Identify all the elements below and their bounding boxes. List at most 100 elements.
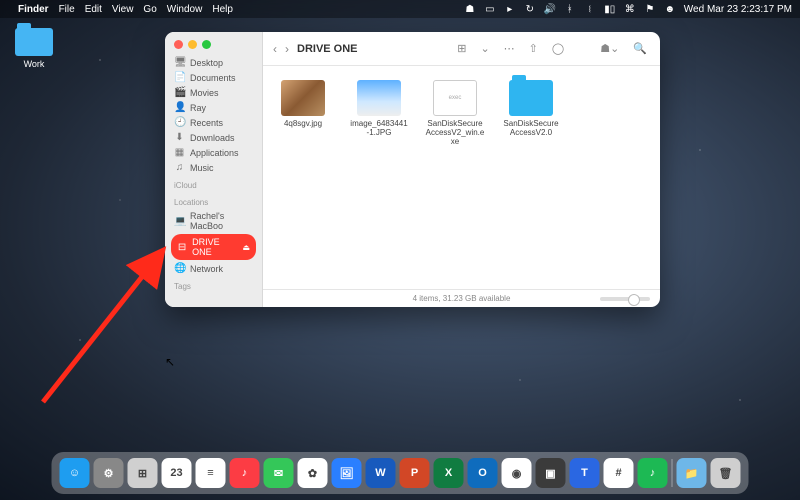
dock-powerpoint[interactable]: P <box>400 458 430 488</box>
dock-app-glyph: ♪ <box>242 467 248 479</box>
dock-app-glyph: ⊞ <box>138 467 147 480</box>
status-text: 4 items, 31.23 GB available <box>413 294 511 303</box>
dock-chrome[interactable]: ◉ <box>502 458 532 488</box>
location-label: DRIVE ONE <box>192 237 237 257</box>
action-icon[interactable]: ⋯ <box>501 42 518 55</box>
dock-word[interactable]: W <box>366 458 396 488</box>
file-grid[interactable]: 4q8sgv.jpg image_6483441-1.JPG SanDiskSecu… <box>263 66 660 289</box>
sidebar-item-icon: 🕘 <box>174 117 185 128</box>
dock-slack[interactable]: # <box>604 458 634 488</box>
sidebar-item-desktop[interactable]: 🖥Desktop <box>165 55 262 70</box>
sidebar-item-icon: 🎬 <box>174 87 185 98</box>
clock[interactable]: Wed Mar 23 2:23:17 PM <box>684 4 792 15</box>
group-icon[interactable]: ⌄ <box>477 42 492 55</box>
sidebar-item-applications[interactable]: ▦Applications <box>165 145 262 160</box>
dock-app-glyph: ≡ <box>207 467 213 479</box>
file-item[interactable]: image_6483441-1.JPG <box>349 80 409 138</box>
dock-preview[interactable]: 🖼 <box>332 458 362 488</box>
back-button[interactable]: ‹ <box>273 42 277 56</box>
dock-finder[interactable]: ☺ <box>60 458 90 488</box>
wifi-icon[interactable]: ⧙ <box>584 4 596 15</box>
dropbox-icon[interactable]: ☗ <box>464 4 476 15</box>
desktop-folder-work[interactable]: Work <box>10 28 58 69</box>
sidebar-location-rachel-s-macboo[interactable]: 💻Rachel's MacBoo <box>165 209 262 233</box>
menu-view[interactable]: View <box>112 4 134 15</box>
eject-icon[interactable]: ⏏ <box>242 243 250 252</box>
menu-file[interactable]: File <box>59 4 75 15</box>
sidebar-item-label: Recents <box>190 118 223 128</box>
dock-terminal[interactable]: T <box>570 458 600 488</box>
sidebar-item-label: Downloads <box>190 133 235 143</box>
location-icon: 💻 <box>174 216 185 227</box>
sidebar-item-downloads[interactable]: ⬇Downloads <box>165 130 262 145</box>
window-title: DRIVE ONE <box>297 43 358 55</box>
file-item[interactable]: SanDiskSecureAccessV2_win.exe <box>425 80 485 146</box>
control-center-icon[interactable]: ⌘ <box>624 4 636 15</box>
forward-button[interactable]: › <box>285 42 289 56</box>
sidebar-item-ray[interactable]: 👤Ray <box>165 100 262 115</box>
dock-music[interactable]: ♪ <box>230 458 260 488</box>
mouse-cursor: ↖ <box>165 355 175 369</box>
tag-icon[interactable]: ◯ <box>549 42 567 55</box>
sidebar-location-drive-one[interactable]: ⊟DRIVE ONE⏏ <box>171 234 256 260</box>
dock-reminders[interactable]: ≡ <box>196 458 226 488</box>
dock-app1[interactable]: ▣ <box>536 458 566 488</box>
sidebar-item-icon: 📄 <box>174 72 185 83</box>
dock-folder[interactable]: 📁 <box>677 458 707 488</box>
location-label: Network <box>190 264 223 274</box>
dock-trash[interactable]: 🗑 <box>711 458 741 488</box>
dock-calendar[interactable]: 23 <box>162 458 192 488</box>
play-icon[interactable]: ▸ <box>504 4 516 15</box>
file-thumb <box>433 80 477 116</box>
user-icon[interactable]: ☻ <box>664 4 676 15</box>
search-icon[interactable]: 🔍 <box>630 42 650 55</box>
view-grid-icon[interactable]: ⊞ <box>454 42 469 55</box>
sidebar-item-documents[interactable]: 📄Documents <box>165 70 262 85</box>
dock-spotify[interactable]: ♪ <box>638 458 668 488</box>
menu-window[interactable]: Window <box>167 4 203 15</box>
file-item[interactable]: 4q8sgv.jpg <box>273 80 333 129</box>
file-name: 4q8sgv.jpg <box>273 120 333 129</box>
desktop-folder-label: Work <box>10 59 58 69</box>
location-icon: 🌐 <box>174 263 185 274</box>
dock-outlook[interactable]: O <box>468 458 498 488</box>
menubar-status: ☗ ▭ ▸ ↻ 🔊 ᚼ ⧙ ▮▯ ⌘ ⚑ ☻ Wed Mar 23 2:23:1… <box>464 4 792 15</box>
display-icon[interactable]: ▭ <box>484 4 496 15</box>
flag-icon[interactable]: ⚑ <box>644 4 656 15</box>
volume-icon[interactable]: 🔊 <box>544 4 556 15</box>
dock-settings[interactable]: ⚙ <box>94 458 124 488</box>
battery-icon[interactable]: ▮▯ <box>604 4 616 15</box>
dock-app-glyph: ◉ <box>512 467 522 480</box>
finder-main: ‹ › DRIVE ONE ⊞ ⌄ ⋯ ⇧ ◯ ☗⌄ 🔍 4q8sgv.jpg i… <box>263 32 660 307</box>
share-icon[interactable]: ⇧ <box>526 42 541 55</box>
close-button[interactable] <box>174 40 183 49</box>
app-menu[interactable]: Finder <box>18 4 49 15</box>
file-thumb <box>281 80 325 116</box>
sync-icon[interactable]: ↻ <box>524 4 536 15</box>
dock-app-glyph: O <box>478 467 487 479</box>
folder-icon <box>15 28 53 56</box>
sidebar-header-icloud: iCloud <box>165 175 262 192</box>
dock-app-glyph: ✿ <box>308 467 317 480</box>
dock-app-glyph: ⚙ <box>104 467 114 480</box>
dock-app-glyph: 📁 <box>685 467 699 480</box>
icon-size-slider[interactable] <box>600 297 650 301</box>
file-item[interactable]: SanDiskSecureAccessV2.0 <box>501 80 561 138</box>
finder-toolbar: ‹ › DRIVE ONE ⊞ ⌄ ⋯ ⇧ ◯ ☗⌄ 🔍 <box>263 32 660 66</box>
dock-excel[interactable]: X <box>434 458 464 488</box>
menu-go[interactable]: Go <box>143 4 156 15</box>
dropbox-toolbar-icon[interactable]: ☗⌄ <box>597 42 622 55</box>
zoom-button[interactable] <box>202 40 211 49</box>
menubar: Finder File Edit View Go Window Help ☗ ▭… <box>0 0 800 18</box>
dock-photos[interactable]: ✿ <box>298 458 328 488</box>
sidebar-item-movies[interactable]: 🎬Movies <box>165 85 262 100</box>
sidebar-location-network[interactable]: 🌐 Network <box>165 261 262 276</box>
menu-edit[interactable]: Edit <box>85 4 102 15</box>
menu-help[interactable]: Help <box>212 4 233 15</box>
dock-launchpad[interactable]: ⊞ <box>128 458 158 488</box>
sidebar-item-music[interactable]: ♫Music <box>165 160 262 175</box>
bluetooth-icon[interactable]: ᚼ <box>564 4 576 15</box>
minimize-button[interactable] <box>188 40 197 49</box>
sidebar-item-recents[interactable]: 🕘 Recents <box>165 115 262 130</box>
dock-messages[interactable]: ✉ <box>264 458 294 488</box>
